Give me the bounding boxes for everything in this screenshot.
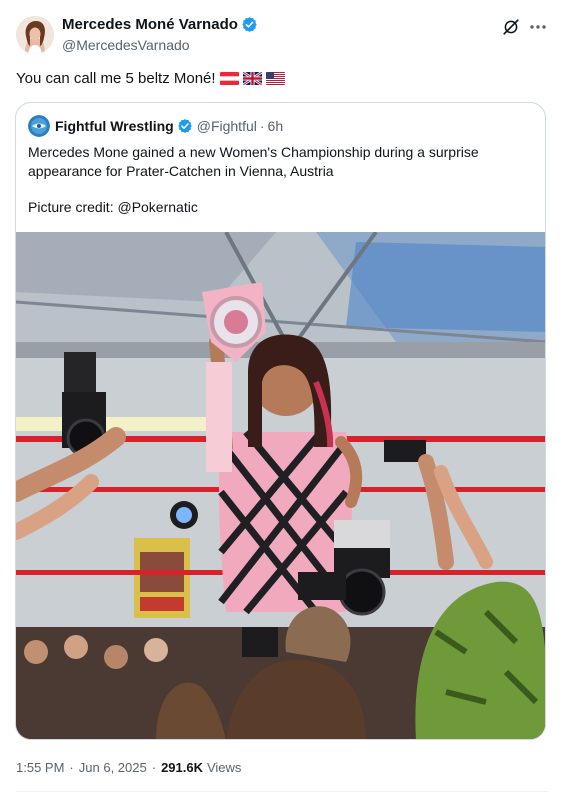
- quote-header: Fightful Wrestling @Fightful · 6h: [28, 115, 283, 137]
- quote-photo[interactable]: [16, 232, 545, 739]
- tweet-meta: 1:55 PM · Jun 6, 2025 · 291.6K Views: [16, 760, 241, 775]
- divider: [16, 791, 549, 792]
- quoted-tweet[interactable]: Fightful Wrestling @Fightful · 6h Merced…: [15, 102, 546, 740]
- quote-timestamp[interactable]: 6h: [268, 118, 284, 134]
- tweet-text: You can call me 5 beltz Moné!: [16, 70, 216, 87]
- tweet-time[interactable]: 1:55 PM: [16, 760, 64, 775]
- verified-icon: [241, 16, 258, 33]
- tweet-date[interactable]: Jun 6, 2025: [79, 760, 147, 775]
- author-display-name[interactable]: Mercedes Moné Varnado: [62, 16, 238, 33]
- quote-verified-icon: [177, 118, 193, 134]
- more-icon[interactable]: [528, 18, 548, 36]
- quote-display-name[interactable]: Fightful Wrestling: [55, 118, 174, 134]
- author-avatar[interactable]: [16, 16, 54, 54]
- austria-flag-icon: [219, 72, 239, 85]
- quote-handle[interactable]: @Fightful: [197, 118, 257, 134]
- views-count[interactable]: 291.6K: [161, 760, 203, 775]
- author-handle[interactable]: @MercedesVarnado: [62, 37, 190, 53]
- grok-icon[interactable]: [502, 18, 520, 36]
- quote-credit: Picture credit: @Pokernatic: [28, 199, 198, 215]
- tweet-text-row: You can call me 5 beltz Moné!: [16, 70, 285, 87]
- quote-text: Mercedes Mone gained a new Women's Champ…: [28, 144, 479, 179]
- views-label: Views: [206, 760, 242, 775]
- uk-flag-icon: [242, 72, 262, 85]
- author-name-row: Mercedes Moné Varnado: [62, 16, 258, 33]
- tweet-card: Mercedes Moné Varnado @MercedesVarnado Y…: [0, 0, 565, 796]
- meta-separator-2: ·: [151, 760, 157, 775]
- quote-separator: ·: [259, 118, 265, 134]
- quote-avatar[interactable]: [28, 115, 50, 137]
- meta-separator: ·: [69, 760, 74, 775]
- us-flag-icon: [265, 72, 285, 85]
